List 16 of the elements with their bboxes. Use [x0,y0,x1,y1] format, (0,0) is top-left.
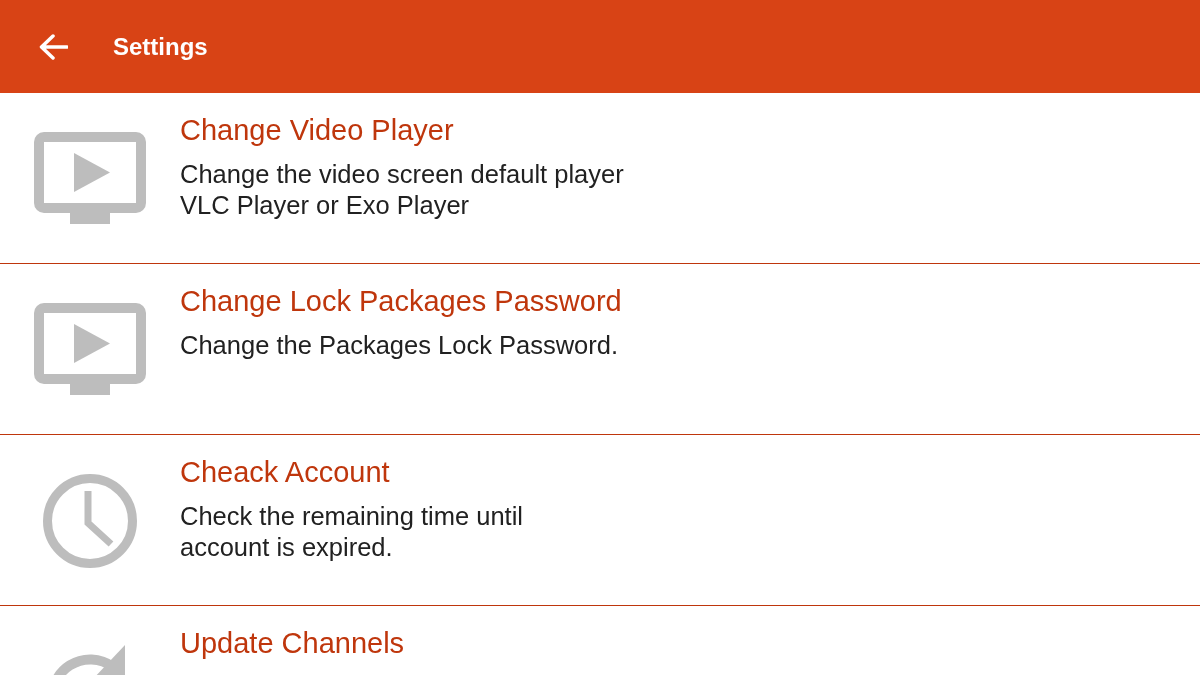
setting-description: Check the remaining time until account is expired. [180,501,523,563]
settings-row[interactable]: Change Lock Packages Password Change the Packages Lock Password. [0,264,1200,435]
screen-title: Settings [113,31,208,62]
setting-title: Cheack Account [180,455,391,490]
monitor-play-icon [34,132,146,224]
setting-title: Update Channels [180,626,405,661]
setting-description: Change the video screen default player VLC Player or Exo Player [180,159,624,221]
back-arrow-icon [38,33,68,60]
settings-row[interactable]: Update Channels [0,606,1200,675]
setting-title: Change Video Player [180,113,455,148]
setting-description: Change the Packages Lock Password. [180,330,619,361]
settings-row[interactable]: Cheack Account Check the remaining time until account is expired. [0,435,1200,606]
setting-title: Change Lock Packages Password [180,284,622,319]
monitor-play-icon [34,303,146,395]
settings-row[interactable]: Change Video Player Change the video screen default player VLC Player or Exo Player [0,93,1200,264]
clock-icon [43,474,137,568]
